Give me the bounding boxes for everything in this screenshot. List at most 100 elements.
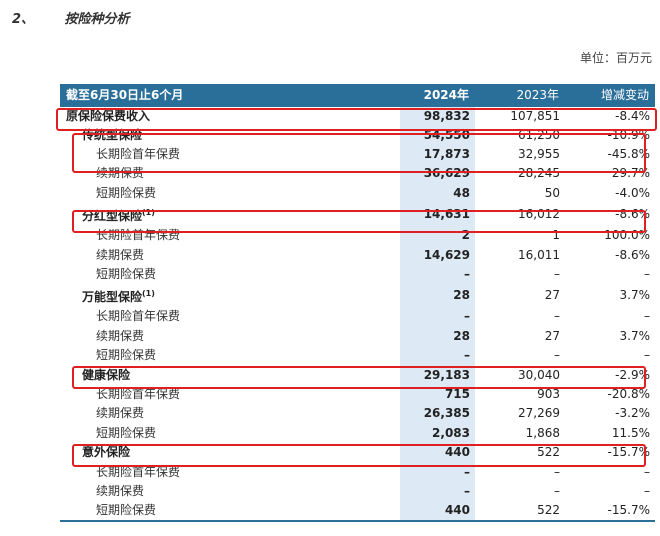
table-row: 长期险首年保费 715 903 -20.8% bbox=[60, 384, 655, 405]
value-2024: 26,385 bbox=[400, 404, 475, 424]
value-2024: 28 bbox=[400, 326, 475, 347]
row-label: 长期险首年保费 bbox=[60, 462, 400, 481]
value-change: – bbox=[644, 267, 650, 282]
header-change: 增减变动 bbox=[600, 88, 649, 103]
value-2023: 16,011 bbox=[518, 247, 560, 262]
value-change: – bbox=[644, 348, 650, 363]
value-2024: 36,629 bbox=[400, 164, 475, 184]
value-2023: – bbox=[554, 309, 560, 324]
row-label-text: 传统型保险 bbox=[82, 127, 143, 142]
row-label-text: 长期险首年保费 bbox=[96, 147, 181, 162]
table-row: 续期保费 14,629 16,011 -8.6% bbox=[60, 245, 655, 265]
row-label: 原保险保费收入 bbox=[60, 105, 400, 126]
row-label: 健康保险 bbox=[60, 365, 400, 384]
table-row: 续期保费 36,629 28,245 29.7% bbox=[60, 164, 655, 184]
value-2024: 29,183 bbox=[400, 365, 475, 385]
header-period: 截至6月30日止6个月 bbox=[66, 88, 184, 103]
value-change: -45.8% bbox=[607, 147, 650, 162]
value-change: -15.7% bbox=[607, 445, 650, 460]
row-label-text: 短期险保费 bbox=[96, 348, 157, 363]
table-row: 长期险首年保费 – – – bbox=[60, 307, 655, 327]
section-heading: 2、 按险种分析 bbox=[12, 8, 130, 27]
table-row: 传统型保险 54,550 61,250 -10.9% bbox=[60, 125, 655, 145]
footnote-marker: (1) bbox=[142, 289, 155, 299]
value-change: -15.7% bbox=[565, 501, 655, 523]
value-2023: – bbox=[554, 348, 560, 363]
row-label: 分红型保险(1) bbox=[60, 203, 400, 226]
value-2023: – bbox=[554, 464, 560, 479]
row-label-text: 续期保费 bbox=[96, 328, 145, 343]
row-label-text: 长期险首年保费 bbox=[96, 386, 181, 401]
value-2024: 54,550 bbox=[400, 125, 475, 145]
row-label-text: 续期保费 bbox=[96, 483, 145, 498]
value-2023: 32,955 bbox=[518, 147, 560, 162]
table-row: 分红型保险(1) 14,631 16,012 -8.6% bbox=[60, 203, 655, 227]
value-2024: 14,631 bbox=[400, 203, 475, 227]
row-label: 短期险保费 bbox=[60, 346, 400, 365]
value-2023: 50 bbox=[544, 185, 560, 200]
value-change: -2.9% bbox=[615, 367, 650, 382]
value-2024: 17,873 bbox=[400, 144, 475, 165]
footnote-marker: (1) bbox=[142, 208, 155, 218]
row-label-text: 短期险保费 bbox=[96, 267, 157, 282]
value-2023: 27,269 bbox=[518, 406, 560, 421]
value-2023: 1 bbox=[552, 228, 560, 243]
table-row: 原保险保费收入 98,832 107,851 -8.4% bbox=[60, 105, 655, 126]
value-2023: 522 bbox=[537, 445, 560, 460]
table-row: 短期险保费 2,083 1,868 11.5% bbox=[60, 423, 655, 443]
row-label: 续期保费 bbox=[60, 404, 400, 423]
row-label-text: 长期险首年保费 bbox=[96, 309, 181, 324]
row-label: 长期险首年保费 bbox=[60, 307, 400, 326]
row-label-text: 长期险首年保费 bbox=[96, 228, 181, 243]
value-2024: 98,832 bbox=[400, 105, 475, 126]
value-change: 29.7% bbox=[611, 166, 650, 181]
unit-label: 单位：百万元 bbox=[579, 51, 652, 65]
premium-by-product-table: 截至6月30日止6个月 2024年 2023年 增减变动 原保险保费收入 98,8… bbox=[60, 84, 655, 523]
value-2023: 107,851 bbox=[475, 105, 565, 126]
value-change: – bbox=[644, 464, 650, 479]
row-label: 短期险保费 bbox=[60, 265, 400, 284]
row-label-text: 长期险首年保费 bbox=[96, 464, 181, 479]
value-2024: 440 bbox=[400, 501, 475, 523]
row-label-text: 短期险保费 bbox=[96, 425, 157, 440]
value-2024: 14,629 bbox=[400, 245, 475, 265]
table-row: 意外保险 440 522 -15.7% bbox=[60, 442, 655, 463]
row-label-text: 分红型保险 bbox=[82, 209, 143, 224]
value-2024: 48 bbox=[400, 183, 475, 204]
row-label: 长期险首年保费 bbox=[60, 145, 400, 164]
row-label-text: 短期险保费 bbox=[96, 185, 157, 200]
table-row: 长期险首年保费 17,873 32,955 -45.8% bbox=[60, 144, 655, 165]
value-change: -8.4% bbox=[565, 105, 655, 126]
value-change: -10.9% bbox=[607, 127, 650, 142]
row-label-text: 续期保费 bbox=[96, 247, 145, 262]
row-label-text: 续期保费 bbox=[96, 166, 145, 181]
table-body: 原保险保费收入 98,832 107,851 -8.4% 传统型保险 54,550 61,2… bbox=[60, 105, 655, 523]
row-label: 续期保费 bbox=[60, 164, 400, 183]
table-row: 短期险保费 48 50 -4.0% bbox=[60, 183, 655, 204]
table-row: 短期险保费 440 522 -15.7% bbox=[60, 501, 655, 523]
row-label-text: 原保险保费收入 bbox=[66, 108, 151, 123]
table-row: 长期险首年保费 2 1 100.0% bbox=[60, 226, 655, 246]
table-row: 短期险保费 – – – bbox=[60, 264, 655, 285]
value-change: 3.7% bbox=[619, 328, 651, 343]
row-label-text: 续期保费 bbox=[96, 406, 145, 421]
value-2024: – bbox=[400, 462, 475, 482]
row-label-text: 健康保险 bbox=[82, 367, 131, 382]
value-2023: 27 bbox=[544, 328, 560, 343]
value-2023: 522 bbox=[475, 501, 565, 523]
row-label: 万能型保险(1) bbox=[60, 284, 400, 307]
value-2024: 440 bbox=[400, 442, 475, 463]
row-label-text: 万能型保险 bbox=[82, 290, 143, 305]
value-2024: 28 bbox=[400, 284, 475, 308]
value-2024: 2 bbox=[400, 226, 475, 246]
section-number: 2、 bbox=[12, 12, 35, 27]
header-2023: 2023年 bbox=[516, 88, 559, 103]
row-label: 短期险保费 bbox=[60, 501, 400, 523]
row-label: 传统型保险 bbox=[60, 126, 400, 145]
row-label: 续期保费 bbox=[60, 327, 400, 346]
row-label-text: 意外保险 bbox=[82, 445, 131, 460]
table-row: 健康保险 29,183 30,040 -2.9% bbox=[60, 365, 655, 385]
value-2024: – bbox=[400, 346, 475, 366]
value-2023: 28,245 bbox=[518, 166, 560, 181]
value-2023: 61,250 bbox=[518, 127, 560, 142]
